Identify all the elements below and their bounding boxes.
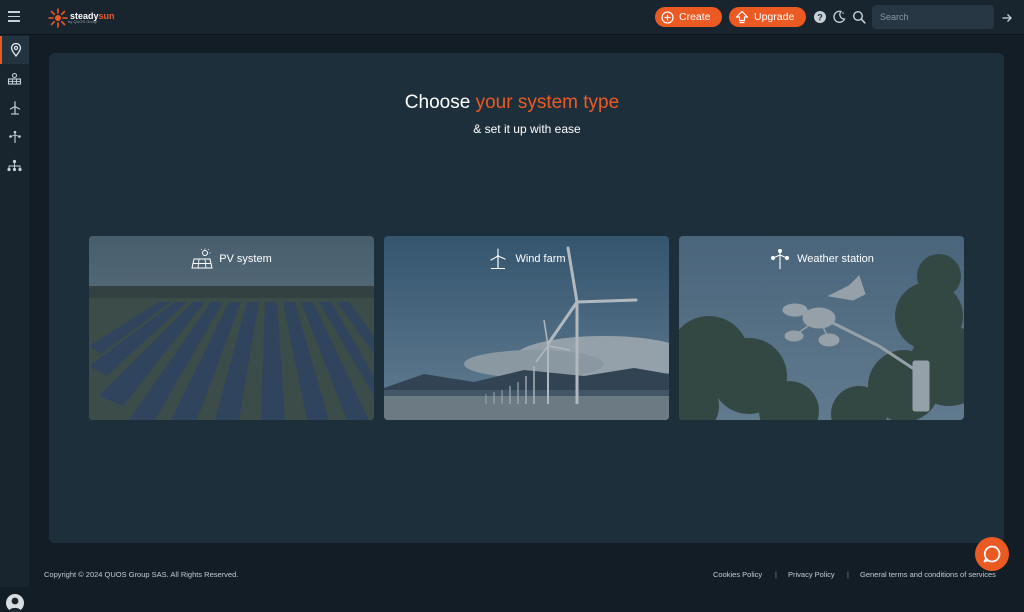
footer-separator: | [775,570,777,579]
svg-text:?: ? [817,13,823,23]
upgrade-button[interactable]: Upgrade [729,7,806,27]
user-avatar[interactable] [6,594,24,612]
terms-link[interactable]: General terms and conditions of services [860,570,996,579]
solar-panel-icon [191,248,213,270]
search-icon[interactable] [852,10,866,24]
dark-mode-icon[interactable] [832,10,846,24]
card-wind-farm[interactable]: Wind farm [384,236,669,420]
wind-turbine-icon [487,248,509,270]
page-title-accent: your system type [475,92,620,113]
sidebar [0,35,29,612]
hierarchy-icon [7,159,22,172]
chat-button[interactable] [975,537,1009,571]
help-icon[interactable]: ? [813,10,827,24]
page-title-part1: Choose [404,92,476,113]
menu-icon[interactable] [8,11,20,22]
cookies-policy-link[interactable]: Cookies Policy [713,570,762,579]
sidebar-item-portfolios[interactable] [0,152,29,180]
card-pv-system[interactable]: PV system [89,236,374,420]
create-button[interactable]: Create [655,7,722,27]
upgrade-arrow-icon [735,10,749,24]
create-label: Create [679,11,711,23]
logout-arrow-icon[interactable] [1001,11,1015,25]
sidebar-item-locations[interactable] [0,36,29,64]
sidebar-item-pv-systems[interactable] [0,65,29,93]
search-input[interactable] [872,5,994,29]
page-subtitle: & set it up with ease [473,122,581,136]
page-title: Choose your system type [0,92,1024,114]
footer: Copyright © 2024 QUOS Group SAS. All Rig… [30,563,1024,587]
brand-logo[interactable]: steadysun by QUOS Group [48,7,115,29]
footer-separator: | [847,570,849,579]
card-pv-system-label: PV system [219,253,272,265]
upgrade-label: Upgrade [754,11,795,23]
weather-station-icon [769,248,791,270]
plus-circle-icon [661,10,674,24]
top-bar: steadysun by QUOS Group Create Upgrade ? [0,0,1024,35]
user-icon [8,597,22,612]
brand-name-part2: sun [98,11,115,21]
map-pin-icon [10,43,21,57]
card-wind-farm-label: Wind farm [515,253,566,265]
sun-logo-icon [48,8,68,28]
privacy-policy-link[interactable]: Privacy Policy [788,570,835,579]
copyright-text: Copyright © 2024 QUOS Group SAS. All Rig… [44,570,239,579]
card-weather-station-label: Weather station [797,253,874,265]
card-weather-station[interactable]: Weather station [679,236,964,420]
solar-panel-icon [7,72,22,85]
chat-bubble-icon [983,545,1001,563]
